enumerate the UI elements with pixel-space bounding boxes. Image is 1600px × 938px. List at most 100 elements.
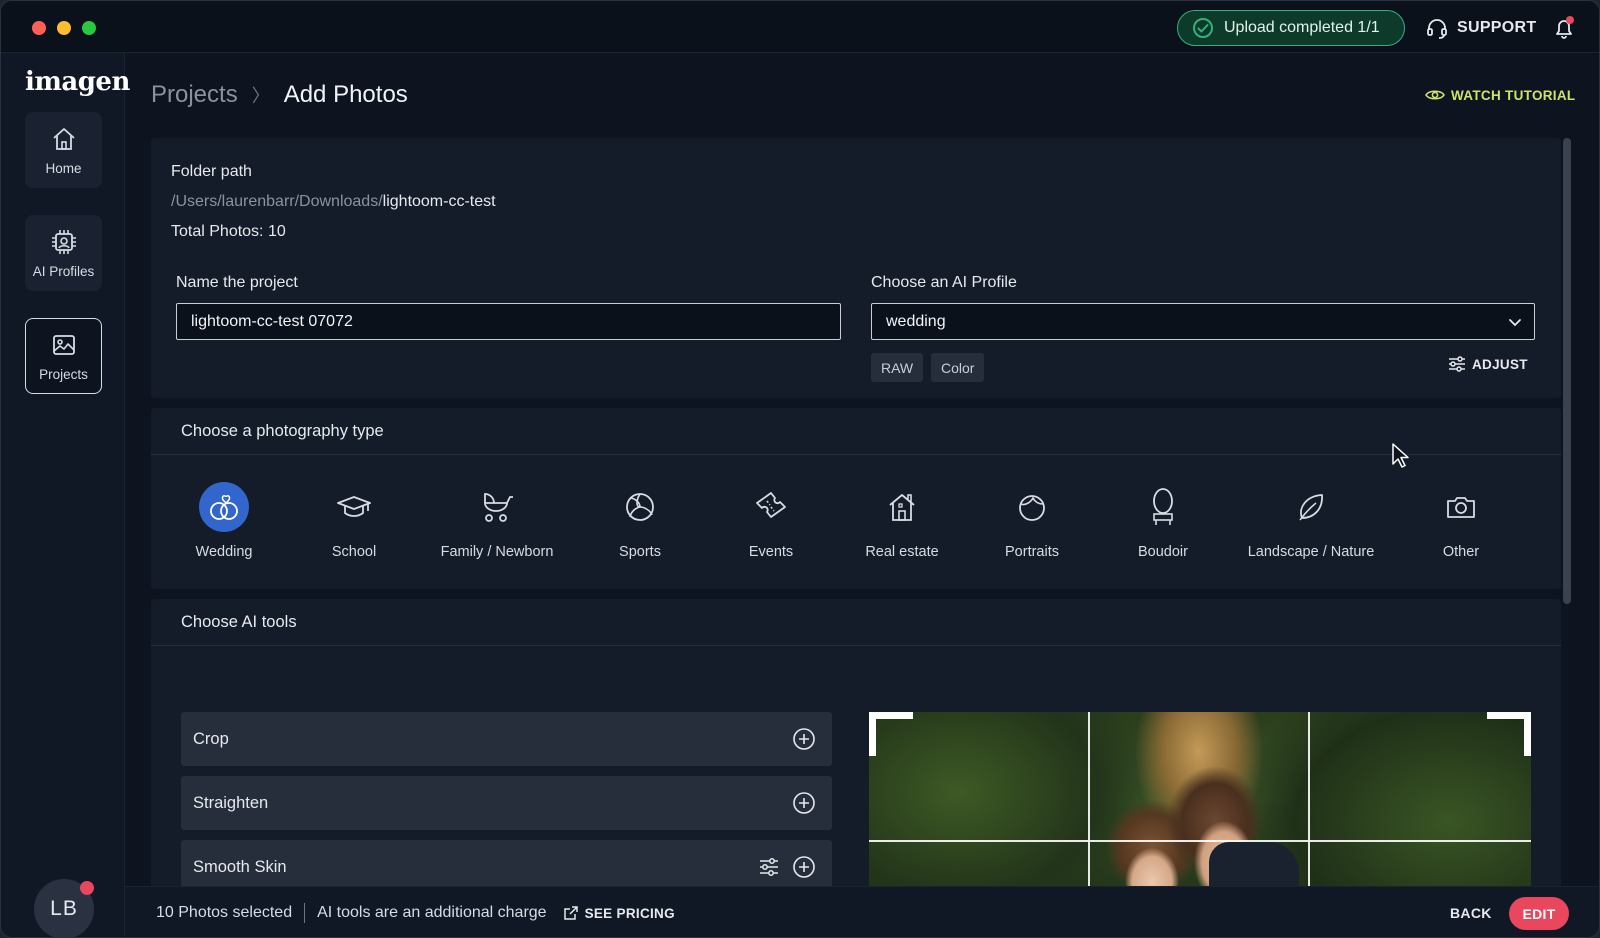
crop-handle-top-right[interactable] bbox=[1487, 712, 1531, 756]
footer-bar: 10 Photos selected AI tools are an addit… bbox=[125, 886, 1599, 937]
sidebar-item-label: Projects bbox=[39, 366, 88, 382]
leaf-icon bbox=[1299, 494, 1323, 521]
mouse-cursor-icon bbox=[1392, 443, 1409, 468]
type-real-estate[interactable]: Real estate bbox=[827, 456, 977, 589]
page-title: Add Photos bbox=[283, 81, 408, 108]
rings-icon bbox=[210, 495, 238, 520]
notification-dot bbox=[80, 881, 94, 895]
preview-figure bbox=[1209, 842, 1299, 889]
close-window-button[interactable] bbox=[32, 21, 46, 35]
ticket-icon bbox=[756, 492, 786, 518]
color-chip: Color bbox=[931, 353, 985, 382]
ai-tools-title: Choose AI tools bbox=[181, 612, 297, 631]
type-sports[interactable]: Sports bbox=[565, 456, 715, 589]
upload-status-badge[interactable]: Upload completed 1/1 bbox=[1177, 10, 1405, 46]
type-label: School bbox=[331, 544, 377, 560]
watch-tutorial-label: WATCH TUTORIAL bbox=[1451, 87, 1576, 103]
folder-path: /Users/laurenbarr/Downloads/lightoom-cc-… bbox=[171, 193, 496, 211]
chip-icon bbox=[51, 229, 76, 254]
sidebar-item-home[interactable]: Home bbox=[25, 112, 102, 188]
graduation-cap-icon bbox=[337, 496, 371, 517]
type-label: Real estate bbox=[865, 544, 939, 560]
ai-profile-select[interactable]: wedding bbox=[871, 303, 1535, 340]
type-events[interactable]: Events bbox=[696, 456, 846, 589]
content-scrollbar[interactable] bbox=[1563, 138, 1571, 604]
project-name-input[interactable]: lightoom-cc-test 07072 bbox=[176, 303, 841, 340]
plus-circle-icon[interactable] bbox=[792, 791, 816, 815]
sidebar-item-label: Home bbox=[45, 160, 82, 176]
breadcrumb-separator: 〉 bbox=[251, 86, 270, 106]
mirror-icon bbox=[1153, 488, 1173, 525]
upload-status-text: Upload completed 1/1 bbox=[1224, 19, 1380, 36]
ai-tools-card: Choose AI tools Crop Straighten Smooth S… bbox=[151, 599, 1561, 894]
type-wedding[interactable]: Wedding bbox=[149, 456, 299, 589]
type-label: Family / Newborn bbox=[440, 544, 554, 560]
type-school[interactable]: School bbox=[279, 456, 429, 589]
app-logo: imagen bbox=[25, 67, 130, 97]
ai-profile-value: wedding bbox=[886, 312, 946, 330]
external-link-icon bbox=[563, 906, 578, 920]
crop-grid-line bbox=[869, 840, 1531, 842]
sidebar-item-ai-profiles[interactable]: AI Profiles bbox=[25, 215, 102, 291]
user-avatar[interactable]: LB bbox=[34, 879, 94, 937]
see-pricing-link[interactable]: SEE PRICING bbox=[563, 905, 675, 921]
support-button[interactable]: SUPPORT bbox=[1425, 15, 1536, 41]
sliders-icon bbox=[1449, 356, 1465, 372]
adjust-button[interactable]: ADJUST bbox=[1448, 356, 1528, 372]
folder-path-prefix: /Users/laurenbarr/Downloads/ bbox=[171, 193, 383, 210]
chevron-down-icon bbox=[1509, 319, 1521, 327]
see-pricing-label: SEE PRICING bbox=[584, 905, 675, 921]
sliders-icon[interactable] bbox=[758, 855, 780, 879]
plus-circle-icon[interactable] bbox=[792, 727, 816, 751]
raw-chip: RAW bbox=[871, 353, 924, 382]
type-label: Sports bbox=[619, 544, 661, 560]
type-label: Wedding bbox=[195, 544, 253, 560]
face-icon bbox=[1019, 495, 1045, 521]
bell-icon[interactable] bbox=[1552, 15, 1576, 41]
ai-tools-header: Choose AI tools bbox=[151, 599, 1561, 646]
watch-tutorial-button[interactable]: WATCH TUTORIAL bbox=[1425, 87, 1575, 103]
support-label: SUPPORT bbox=[1457, 19, 1537, 36]
plus-circle-icon[interactable] bbox=[792, 855, 816, 879]
tool-straighten[interactable]: Straighten bbox=[181, 776, 832, 830]
photos-selected-count: 10 Photos selected bbox=[156, 904, 293, 921]
ai-charge-note: AI tools are an additional charge bbox=[317, 904, 547, 921]
crop-handle-top-left[interactable] bbox=[869, 712, 913, 756]
total-photos: Total Photos: 10 bbox=[171, 223, 286, 240]
project-setup-card: Folder path /Users/laurenbarr/Downloads/… bbox=[151, 138, 1561, 398]
tool-label: Crop bbox=[193, 729, 229, 748]
type-label: Events bbox=[748, 544, 794, 560]
sidebar-item-projects[interactable]: Projects bbox=[25, 318, 102, 394]
photography-type-title: Choose a photography type bbox=[181, 421, 384, 440]
type-portraits[interactable]: Portraits bbox=[957, 456, 1107, 589]
folder-path-folder: lightoom-cc-test bbox=[382, 193, 496, 210]
type-label: Other bbox=[1442, 544, 1480, 560]
photography-type-list: Wedding School Family / Newborn Sports E… bbox=[151, 456, 1561, 589]
photography-type-card: Choose a photography type Wedding School… bbox=[151, 408, 1561, 589]
type-family-newborn[interactable]: Family / Newborn bbox=[422, 456, 572, 589]
back-button[interactable]: BACK bbox=[1450, 905, 1492, 921]
type-other[interactable]: Other bbox=[1386, 456, 1536, 589]
tool-crop[interactable]: Crop bbox=[181, 712, 832, 766]
zoom-window-button[interactable] bbox=[82, 21, 96, 35]
type-label: Portraits bbox=[1005, 544, 1059, 560]
type-landscape-nature[interactable]: Landscape / Nature bbox=[1236, 456, 1386, 589]
minimize-window-button[interactable] bbox=[57, 21, 71, 35]
camera-icon bbox=[1447, 497, 1475, 518]
breadcrumb: Projects 〉 Add Photos bbox=[151, 81, 408, 109]
stroller-icon bbox=[484, 493, 513, 522]
project-name-label: Name the project bbox=[176, 274, 298, 291]
folder-path-label: Folder path bbox=[171, 163, 252, 180]
tool-label: Straighten bbox=[193, 793, 269, 812]
raw-chip-label: RAW bbox=[881, 359, 914, 376]
type-boudoir[interactable]: Boudoir bbox=[1088, 456, 1238, 589]
edit-button[interactable]: EDIT bbox=[1509, 897, 1569, 930]
project-name-value: lightoom-cc-test 07072 bbox=[191, 312, 353, 330]
adjust-label: ADJUST bbox=[1472, 356, 1528, 372]
house-icon bbox=[889, 494, 915, 521]
sidebar-item-label: AI Profiles bbox=[32, 263, 95, 279]
breadcrumb-projects-link[interactable]: Projects bbox=[151, 81, 238, 109]
crop-preview-image bbox=[869, 712, 1531, 889]
type-label: Landscape / Nature bbox=[1247, 544, 1375, 560]
eye-icon bbox=[1425, 90, 1445, 100]
